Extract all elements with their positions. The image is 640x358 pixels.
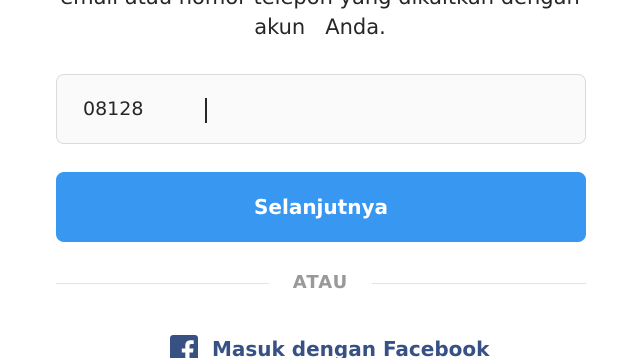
instruction-line-2: akun Anda.	[254, 15, 386, 39]
facebook-login-label: Masuk dengan Facebook	[212, 337, 490, 358]
divider-line-right	[372, 283, 586, 284]
next-button[interactable]: Selanjutnya	[56, 172, 586, 242]
phone-input[interactable]	[83, 75, 563, 143]
divider-line-left	[56, 283, 269, 284]
or-divider-label: ATAU	[292, 272, 349, 293]
facebook-icon	[170, 335, 198, 358]
text-cursor	[205, 98, 207, 123]
facebook-login-link[interactable]: Masuk dengan Facebook	[170, 332, 489, 358]
phone-input-container[interactable]	[56, 74, 586, 144]
instruction-line-1: email atau nomor telepon yang dikaitkan …	[0, 0, 640, 12]
password-reset-screen: email atau nomor telepon yang dikaitkan …	[0, 0, 640, 358]
instruction-text: email atau nomor telepon yang dikaitkan …	[0, 0, 640, 42]
